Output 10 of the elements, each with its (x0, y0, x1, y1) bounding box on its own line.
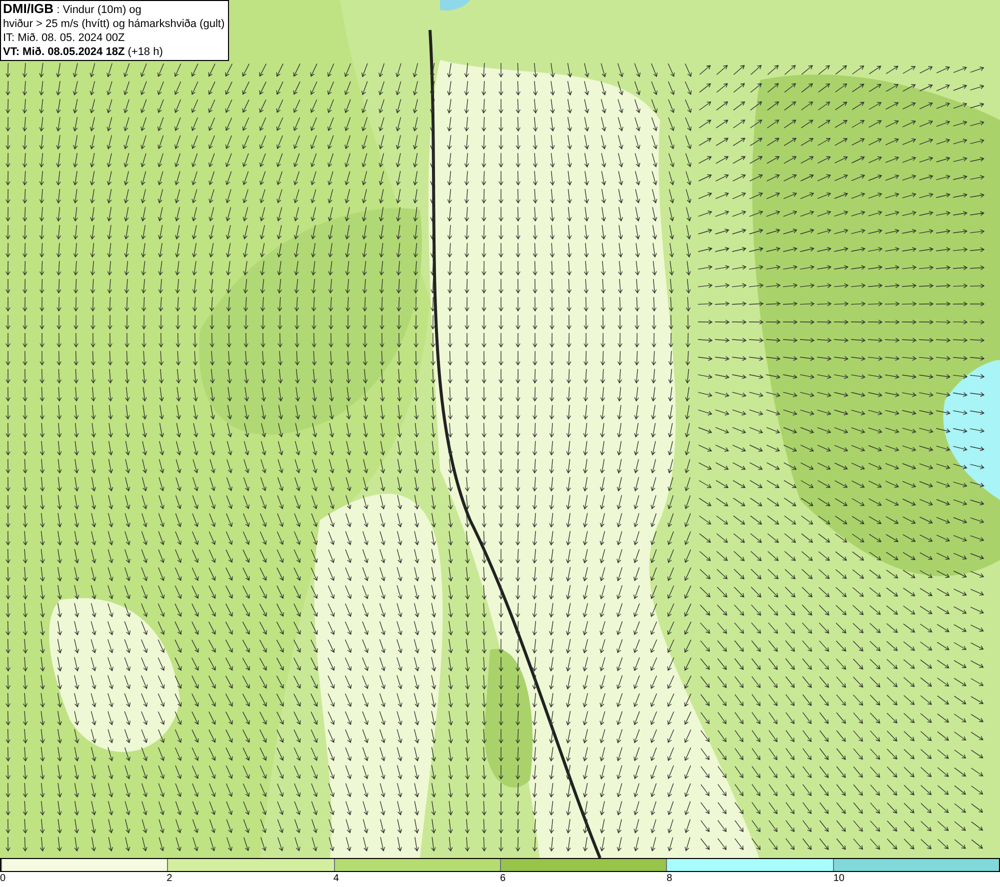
title-line: VT: Mið. 08.05.2024 18Z (+18 h) (3, 45, 164, 59)
title-line: DMI/IGB : Vindur (10m) og (3, 2, 142, 17)
legend-tick-label: 8 (666, 872, 672, 886)
legend-tick-label: 6 (500, 872, 506, 886)
legend-tick-label: 4 (333, 872, 339, 886)
legend-tick-label: 0 (0, 872, 6, 886)
title-line: IT: Mið. 08. 05. 2024 00Z (3, 31, 126, 45)
title-line: hviður > 25 m/s (hvítt) og hámarkshviða (gult) (3, 17, 226, 31)
legend-tick-label: 2 (166, 872, 172, 886)
legend-tick-label: 10 (833, 872, 844, 886)
